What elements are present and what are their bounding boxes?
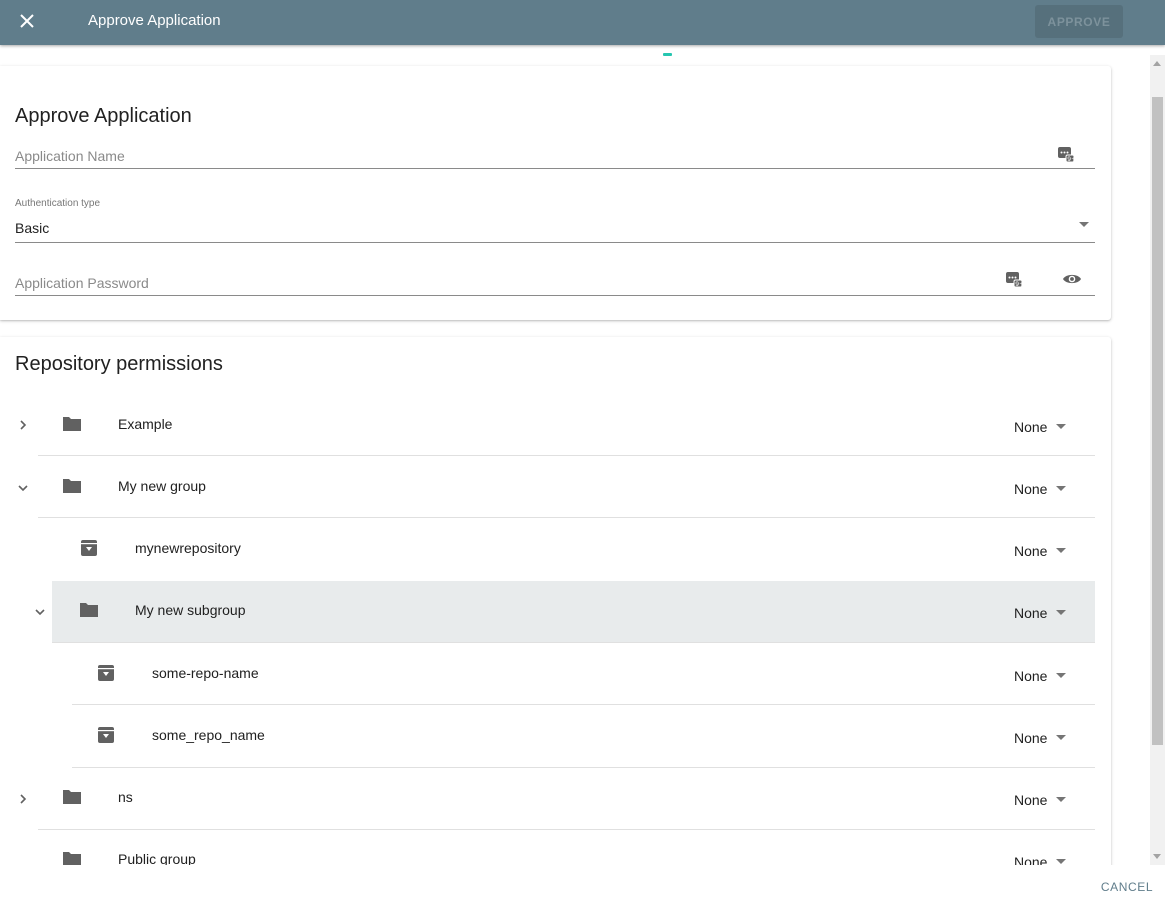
permission-select[interactable]: None	[1014, 668, 1047, 684]
close-icon[interactable]	[12, 6, 42, 36]
dialog-content[interactable]: Approve Application Application Name 9+ …	[0, 45, 1165, 865]
password-generator-icon[interactable]: 9+	[1055, 143, 1077, 165]
folder-icon	[80, 603, 98, 617]
chevron-down-icon[interactable]	[15, 480, 31, 496]
permission-select[interactable]: None	[1014, 419, 1047, 435]
authentication-type-value: Basic	[15, 220, 50, 236]
folder-icon	[63, 479, 81, 493]
repository-icon	[98, 727, 114, 743]
tree-row-label: some-repo-name	[152, 665, 259, 681]
scroll-down-arrow-icon[interactable]	[1153, 854, 1161, 859]
authentication-type-label: Authentication type	[15, 198, 101, 209]
tree-row-my-new-subgroup[interactable]: My new subgroup None	[35, 581, 1095, 643]
cancel-button[interactable]: CANCEL	[1095, 876, 1159, 898]
vertical-scrollbar[interactable]	[1150, 55, 1165, 865]
tree-row-label: mynewrepository	[135, 540, 241, 556]
tree-row-my-new-group[interactable]: My new group None	[18, 456, 1095, 518]
password-generator-icon[interactable]: 9+	[1003, 268, 1025, 290]
folder-icon	[63, 790, 81, 804]
folder-icon	[63, 852, 81, 865]
dropdown-arrow-icon	[1056, 735, 1066, 740]
application-name-field[interactable]: Application Name 9+	[15, 138, 1095, 169]
repository-permissions-card: Repository permissions Example None My n…	[0, 337, 1111, 865]
permissions-title: Repository permissions	[15, 353, 223, 375]
application-form-card: Approve Application Application Name 9+ …	[0, 66, 1111, 320]
tree-row-label: ns	[118, 789, 133, 805]
scrollbar-thumb[interactable]	[1152, 97, 1163, 745]
chevron-down-icon[interactable]	[32, 604, 48, 620]
permission-select[interactable]: None	[1014, 481, 1047, 497]
repository-icon	[81, 540, 97, 556]
tree-row-label: some_repo_name	[152, 727, 265, 743]
permission-select[interactable]: None	[1014, 605, 1047, 621]
scroll-up-arrow-icon[interactable]	[1153, 61, 1161, 66]
dropdown-arrow-icon	[1056, 424, 1066, 429]
tree-row-label: Example	[118, 416, 173, 432]
folder-icon	[63, 417, 81, 431]
dropdown-arrow-icon	[1056, 859, 1066, 864]
application-password-placeholder: Application Password	[15, 275, 149, 291]
tree-row-public-group[interactable]: Public group None	[38, 830, 1095, 865]
tree-row-ns[interactable]: ns None	[20, 768, 1095, 830]
dropdown-arrow-icon	[1056, 486, 1066, 491]
approve-button[interactable]: APPROVE	[1035, 5, 1123, 38]
permission-select[interactable]: None	[1014, 730, 1047, 746]
tree-row-some_repo_name[interactable]: some_repo_name None	[72, 705, 1095, 768]
tree-row-some-repo-name[interactable]: some-repo-name None	[72, 643, 1095, 705]
dialog-footer: CANCEL	[0, 865, 1165, 902]
application-name-placeholder: Application Name	[15, 148, 125, 164]
form-title: Approve Application	[15, 105, 192, 127]
authentication-type-select[interactable]: Authentication type Basic	[15, 198, 1095, 243]
toolbar: Approve Application APPROVE	[0, 0, 1165, 45]
application-password-field[interactable]: Application Password 9+	[15, 265, 1095, 296]
repository-icon	[98, 665, 114, 681]
dropdown-arrow-icon	[1056, 673, 1066, 678]
svg-text:9+: 9+	[1015, 281, 1023, 288]
dropdown-arrow-icon	[1056, 610, 1066, 615]
permission-select[interactable]: None	[1014, 543, 1047, 559]
permission-select[interactable]: None	[1014, 792, 1047, 808]
chevron-right-icon[interactable]	[15, 791, 31, 807]
dropdown-arrow-icon	[1056, 548, 1066, 553]
chevron-right-icon[interactable]	[15, 417, 31, 433]
dropdown-arrow-icon	[1056, 797, 1066, 802]
toolbar-title: Approve Application	[88, 12, 221, 29]
tree-row-example[interactable]: Example None	[20, 394, 1095, 456]
tree-row-label: My new subgroup	[135, 602, 246, 618]
permission-select[interactable]: None	[1014, 854, 1047, 865]
tree-row-mynewrepository[interactable]: mynewrepository None	[52, 518, 1095, 580]
eye-icon[interactable]	[1061, 268, 1083, 290]
tree-row-label: Public group	[118, 851, 196, 865]
svg-text:9+: 9+	[1067, 156, 1075, 163]
tree-row-label: My new group	[118, 478, 206, 494]
dropdown-arrow-icon	[1079, 222, 1089, 227]
